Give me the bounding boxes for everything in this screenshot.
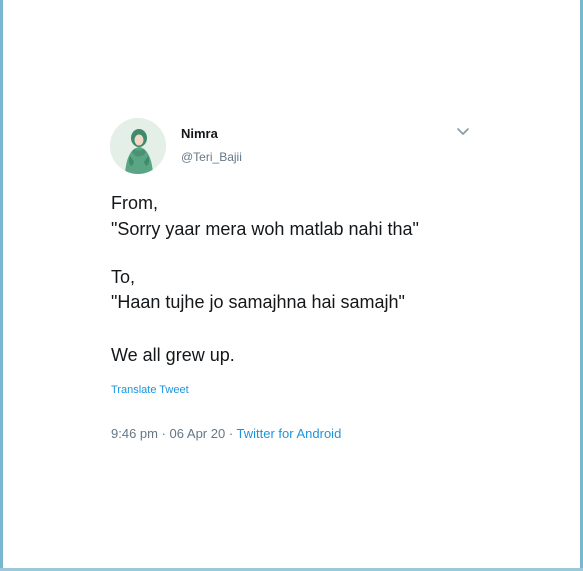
display-name[interactable]: Nimra <box>181 126 218 141</box>
translate-tweet-link[interactable]: Translate Tweet <box>111 384 189 396</box>
tweet-text-line: "Sorry yaar mera woh matlab nahi tha" <box>111 219 419 239</box>
meta-separator: · <box>225 426 237 441</box>
frame-border-left <box>0 0 3 571</box>
tweet-source-link[interactable]: Twitter for Android <box>237 426 342 441</box>
avatar[interactable] <box>110 118 166 174</box>
tweet-text-line: From, <box>111 193 158 213</box>
chevron-down-icon[interactable] <box>455 126 471 138</box>
tweet-time[interactable]: 9:46 pm <box>111 426 158 441</box>
avatar-image <box>110 118 166 174</box>
tweet-text-line: We all grew up. <box>111 345 235 365</box>
user-handle[interactable]: @Teri_Bajii <box>181 150 242 164</box>
tweet-text-line: "Haan tujhe jo samajhna hai samajh" <box>111 292 405 312</box>
tweet-date[interactable]: 06 Apr 20 <box>170 426 226 441</box>
tweet-metadata: 9:46 pm · 06 Apr 20 · Twitter for Androi… <box>111 426 341 441</box>
meta-separator: · <box>157 426 170 441</box>
tweet-text-line: To, <box>111 267 136 287</box>
